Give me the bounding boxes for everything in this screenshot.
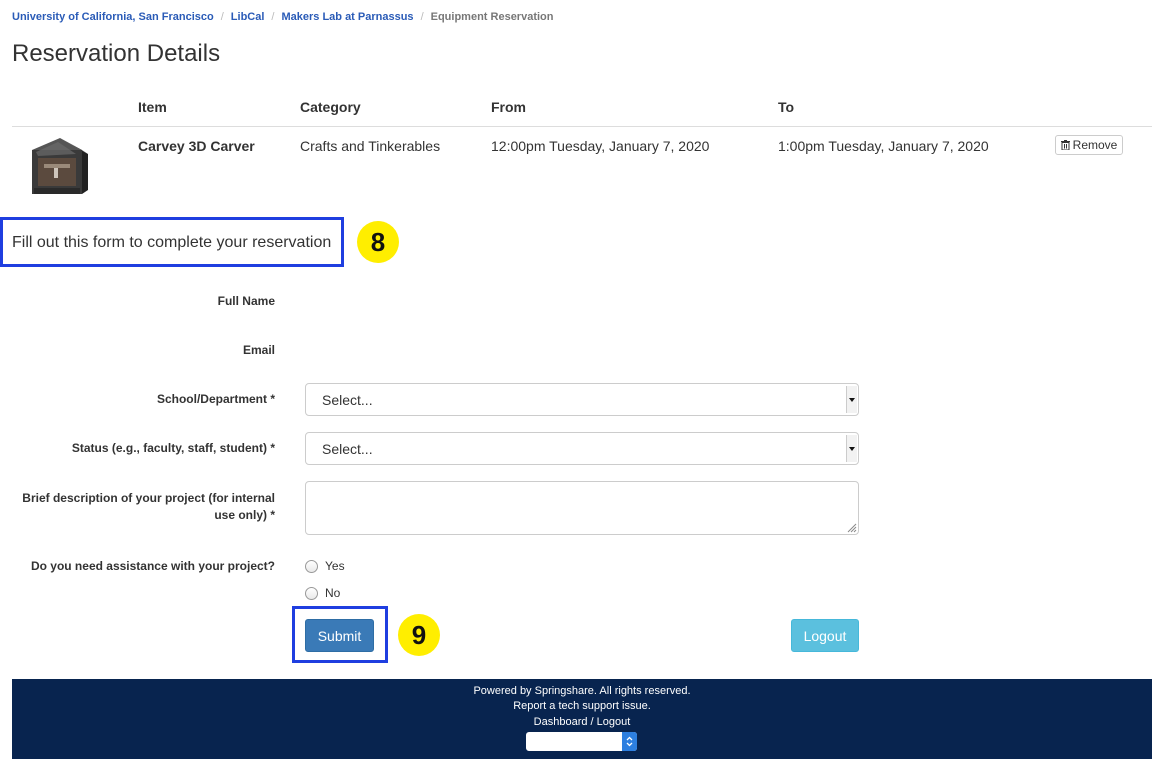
radio-yes[interactable] [305, 559, 318, 573]
breadcrumb: University of California, San Francisco /… [12, 11, 553, 23]
reservation-from: 12:00pm Tuesday, January 7, 2020 [491, 138, 710, 154]
footer-dashboard-logout-link[interactable]: Dashboard / Logout [12, 716, 1152, 728]
breadcrumb-link-ucsf[interactable]: University of California, San Francisco [12, 11, 214, 23]
remove-button[interactable]: Remove [1055, 135, 1123, 155]
footer-powered-by[interactable]: Powered by Springshare. All rights reser… [12, 685, 1152, 697]
radio-no-label: No [325, 586, 341, 600]
project-description-label-line2: use only) * [214, 508, 275, 522]
reservation-category: Crafts and Tinkerables [300, 138, 441, 154]
form-intro-text: Fill out this form to complete your rese… [12, 234, 332, 251]
chevron-down-icon [849, 397, 855, 402]
logout-button[interactable]: Logout [791, 619, 859, 652]
select-stepper-icon [622, 732, 637, 751]
column-header-category: Category [300, 99, 361, 115]
up-down-chevron-icon [626, 736, 633, 747]
breadcrumb-separator: / [420, 11, 424, 23]
step-badge-9: 9 [398, 614, 440, 656]
footer-report-issue-link[interactable]: Report a tech support issue. [12, 700, 1152, 712]
radio-yes-label: Yes [325, 559, 345, 573]
email-label: Email [242, 343, 275, 357]
page-title: Reservation Details [12, 40, 221, 67]
dropdown-arrow-icon [846, 435, 857, 462]
project-description-label-line1: Brief description of your project (for i… [22, 491, 275, 505]
project-description-label: Brief description of your project (for i… [22, 490, 275, 524]
school-department-value: Select... [322, 391, 373, 408]
breadcrumb-separator: / [220, 11, 224, 23]
assistance-option-no[interactable]: No [305, 586, 340, 600]
school-department-label: School/Department * [156, 392, 275, 406]
project-description-textarea[interactable] [305, 481, 859, 535]
trash-icon [1060, 140, 1070, 150]
breadcrumb-current: Equipment Reservation [430, 11, 554, 23]
radio-no[interactable] [305, 586, 318, 600]
breadcrumb-separator: / [271, 11, 275, 23]
3d-carver-machine-icon [32, 138, 88, 194]
language-select[interactable] [526, 732, 637, 751]
dropdown-arrow-icon [846, 386, 857, 413]
status-select[interactable]: Select... [305, 432, 859, 465]
footer: Powered by Springshare. All rights reser… [12, 679, 1152, 759]
full-name-label: Full Name [217, 294, 275, 308]
status-value: Select... [322, 440, 373, 457]
column-header-from: From [491, 99, 526, 115]
breadcrumb-link-makers-lab[interactable]: Makers Lab at Parnassus [281, 11, 413, 23]
remove-button-label: Remove [1072, 138, 1118, 152]
reservation-item-name: Carvey 3D Carver [138, 138, 255, 154]
breadcrumb-link-libcal[interactable]: LibCal [231, 11, 265, 23]
assistance-label: Do you need assistance with your project… [30, 559, 275, 573]
step-badge-8: 8 [357, 221, 399, 263]
column-header-to: To [778, 99, 795, 115]
school-department-select[interactable]: Select... [305, 383, 859, 416]
resize-handle-icon[interactable] [847, 523, 857, 533]
table-divider [12, 126, 1152, 127]
reservation-to: 1:00pm Tuesday, January 7, 2020 [778, 138, 989, 154]
chevron-down-icon [849, 446, 855, 451]
status-label: Status (e.g., faculty, staff, student) * [71, 441, 275, 455]
assistance-option-yes[interactable]: Yes [305, 559, 345, 573]
submit-button[interactable]: Submit [305, 619, 374, 652]
column-header-item: Item [138, 99, 167, 115]
